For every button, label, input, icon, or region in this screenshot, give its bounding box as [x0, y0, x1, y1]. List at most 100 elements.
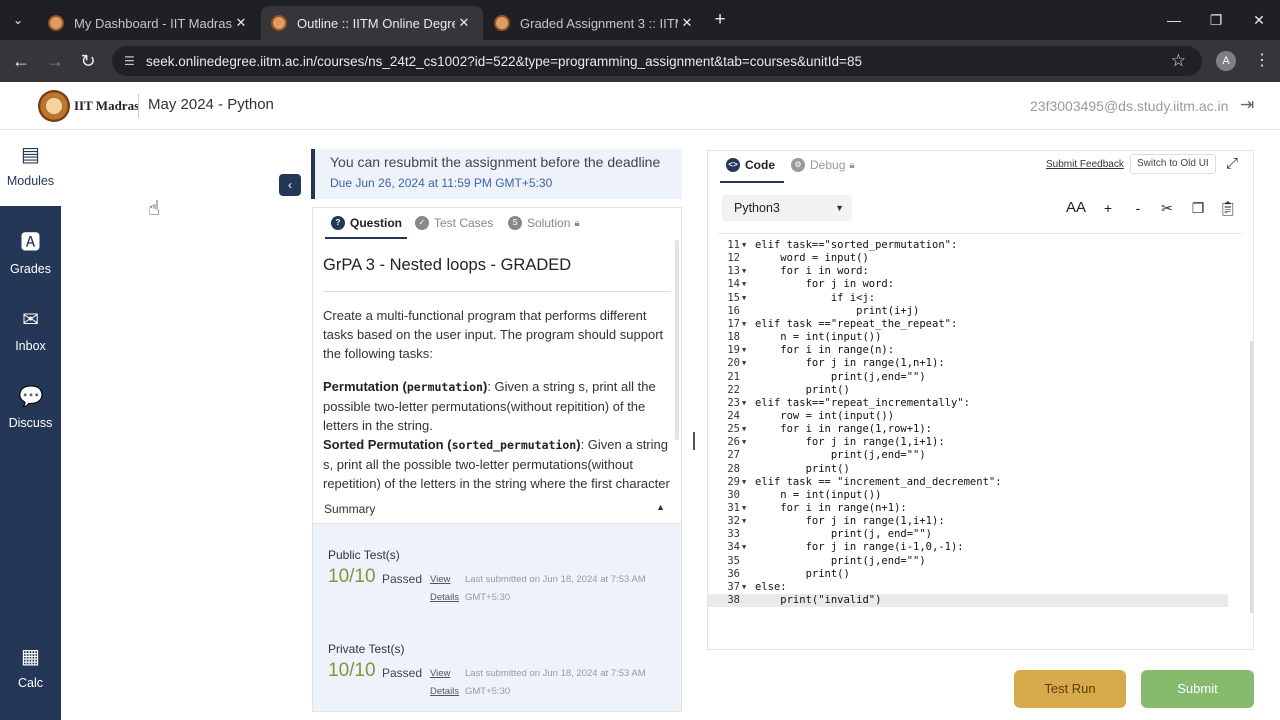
fold-arrow-icon[interactable]: ▼: [742, 436, 746, 449]
code-line[interactable]: 37 ▼ else:: [708, 581, 1228, 594]
code-line[interactable]: 19 ▼ for i in range(n):: [708, 344, 1228, 357]
browser-tab-outline[interactable]: Outline :: IITM Online Degree ✕: [261, 6, 483, 40]
paste-icon[interactable]: 📋︎: [1218, 197, 1238, 219]
close-tab-icon[interactable]: ✕: [232, 15, 250, 31]
fold-arrow-icon[interactable]: ▼: [742, 292, 746, 305]
tab-test-cases[interactable]: ✓ Test Cases: [415, 216, 493, 230]
browser-menu-icon[interactable]: ⋮: [1254, 48, 1270, 74]
fold-arrow-icon[interactable]: ▼: [742, 239, 746, 252]
cut-icon[interactable]: ✂: [1157, 197, 1177, 219]
bookmark-star-icon[interactable]: ☆: [1171, 51, 1186, 71]
tab-solution[interactable]: S Solution 🔒︎: [508, 216, 580, 230]
minimize-window-icon[interactable]: —: [1160, 8, 1188, 32]
code-line[interactable]: 18 n = int(input()): [708, 331, 1228, 344]
address-bar[interactable]: ☰ seek.onlinedegree.iitm.ac.in/courses/n…: [112, 46, 1202, 76]
test-run-button[interactable]: Test Run: [1014, 670, 1126, 708]
code-line[interactable]: 13 ▼ for i in word:: [708, 265, 1228, 278]
code-line[interactable]: 29 ▼ elif task == "increment_and_decrement…: [708, 476, 1228, 489]
tab-debug[interactable]: ⚙ Debug 🔒︎: [791, 158, 855, 172]
fold-arrow-icon[interactable]: ▼: [742, 476, 746, 489]
code-line[interactable]: 15 ▼ if i<j:: [708, 292, 1228, 305]
panel-resize-handle[interactable]: [693, 432, 695, 450]
close-tab-icon[interactable]: ✕: [678, 15, 696, 31]
logout-icon[interactable]: ⇥: [1240, 95, 1254, 115]
question-scrollbar[interactable]: [675, 240, 679, 440]
fold-arrow-icon[interactable]: ▼: [742, 397, 746, 410]
code-line[interactable]: 31 ▼ for i in range(n+1):: [708, 502, 1228, 515]
submit-feedback-link[interactable]: Submit Feedback: [1046, 159, 1124, 170]
summary-header[interactable]: Summary ▲: [313, 494, 681, 524]
details-link[interactable]: Details: [430, 686, 459, 697]
view-link[interactable]: View: [430, 668, 450, 679]
code-line[interactable]: 21 print(j,end=""): [708, 371, 1228, 384]
sidebar-item-grades[interactable]: 🅰 Grades: [0, 218, 61, 294]
inbox-icon: ✉: [22, 309, 39, 331]
forward-arrow-icon[interactable]: →: [42, 48, 68, 74]
copy-icon[interactable]: ❐: [1188, 197, 1208, 219]
code-line[interactable]: 14 ▼ for j in word:: [708, 278, 1228, 291]
fold-arrow-icon[interactable]: ▼: [742, 278, 746, 291]
reload-icon[interactable]: ↻: [75, 48, 101, 74]
fold-arrow-icon[interactable]: ▼: [742, 344, 746, 357]
fold-arrow-icon[interactable]: ▼: [742, 265, 746, 278]
fold-arrow-icon[interactable]: ▼: [742, 318, 746, 331]
code-line[interactable]: 38 print("invalid"): [708, 594, 1228, 608]
code-line[interactable]: 25 ▼ for i in range(1,row+1):: [708, 423, 1228, 436]
code-line[interactable]: 28 print(): [708, 463, 1228, 476]
code-line[interactable]: 33 print(j, end=""): [708, 528, 1228, 541]
tab-search-chevron-icon[interactable]: ⌄: [6, 8, 30, 32]
code-line[interactable]: 20 ▼ for j in range(1,n+1):: [708, 357, 1228, 370]
code-line[interactable]: 27 print(j,end=""): [708, 449, 1228, 462]
language-select[interactable]: Python3 ▼: [722, 195, 852, 221]
close-tab-icon[interactable]: ✕: [455, 15, 473, 31]
code-line[interactable]: 35 print(j,end=""): [708, 555, 1228, 568]
editor-scrollbar[interactable]: [1250, 341, 1253, 613]
collapse-panel-button[interactable]: ‹: [279, 174, 301, 196]
code-line[interactable]: 16 print(i+j): [708, 305, 1228, 318]
restore-window-icon[interactable]: ❐: [1202, 8, 1230, 32]
code-line[interactable]: 36 print(): [708, 568, 1228, 581]
view-link[interactable]: View: [430, 574, 450, 585]
site-settings-icon[interactable]: ☰: [124, 54, 146, 68]
code-line[interactable]: 11 ▼ elif task=="sorted_permutation":: [708, 239, 1228, 252]
code-editor[interactable]: 11 ▼ elif task=="sorted_permutation": 12 wo…: [708, 235, 1243, 608]
details-link[interactable]: Details: [430, 592, 459, 603]
sidebar-item-calc[interactable]: ▦ Calc: [0, 632, 61, 708]
fold-arrow-icon[interactable]: ▼: [742, 357, 746, 370]
code-line[interactable]: 17 ▼ elif task =="repeat_the_repeat":: [708, 318, 1228, 331]
submit-button[interactable]: Submit: [1141, 670, 1254, 708]
sidebar-item-discuss[interactable]: 💬 Discuss: [0, 372, 61, 448]
fold-arrow-icon[interactable]: ▼: [742, 502, 746, 515]
browser-tab-dashboard[interactable]: My Dashboard - IIT Madras Onl ✕: [38, 6, 260, 40]
code-line[interactable]: 32 ▼ for j in range(1,i+1):: [708, 515, 1228, 528]
browser-tab-graded-assignment[interactable]: Graded Assignment 3 :: IITM On ✕: [484, 6, 706, 40]
tab-question[interactable]: ? Question: [331, 216, 402, 230]
tab-code[interactable]: <> Code: [726, 158, 775, 172]
code-line[interactable]: 12 word = input(): [708, 252, 1228, 265]
code-line[interactable]: 34 ▼ for j in range(i-1,0,-1):: [708, 541, 1228, 554]
sidebar-item-inbox[interactable]: ✉ Inbox: [0, 295, 61, 371]
profile-avatar[interactable]: A: [1216, 51, 1236, 71]
new-tab-button[interactable]: +: [708, 8, 732, 32]
question-title: GrPA 3 - Nested loops - GRADED: [323, 256, 671, 292]
code-line[interactable]: 30 n = int(input()): [708, 489, 1228, 502]
line-number: 30: [727, 488, 740, 501]
code-line[interactable]: 26 ▼ for j in range(1,i+1):: [708, 436, 1228, 449]
switch-old-ui-button[interactable]: Switch to Old UI: [1130, 154, 1216, 174]
code-line[interactable]: 24 row = int(input()): [708, 410, 1228, 423]
fold-arrow-icon[interactable]: ▼: [742, 515, 746, 528]
fold-arrow-icon[interactable]: ▼: [742, 423, 746, 436]
sidebar-item-modules[interactable]: ▤ Modules: [0, 130, 61, 206]
fold-arrow-icon[interactable]: ▼: [742, 541, 746, 554]
zoom-in-button[interactable]: +: [1098, 197, 1118, 219]
code-line[interactable]: 23 ▼ elif task=="repeat_incrementally":: [708, 397, 1228, 410]
fullscreen-icon[interactable]: ⤢: [1226, 155, 1238, 172]
back-arrow-icon[interactable]: ←: [8, 48, 34, 74]
close-window-icon[interactable]: ✕: [1245, 8, 1273, 32]
code-line[interactable]: 22 print(): [708, 384, 1228, 397]
zoom-out-button[interactable]: -: [1128, 197, 1148, 219]
fold-arrow-icon[interactable]: ▼: [742, 581, 746, 594]
font-size-icon[interactable]: AA: [1062, 197, 1090, 219]
caret-up-icon[interactable]: ▲: [656, 502, 665, 512]
iitm-logo-icon[interactable]: [38, 90, 70, 122]
